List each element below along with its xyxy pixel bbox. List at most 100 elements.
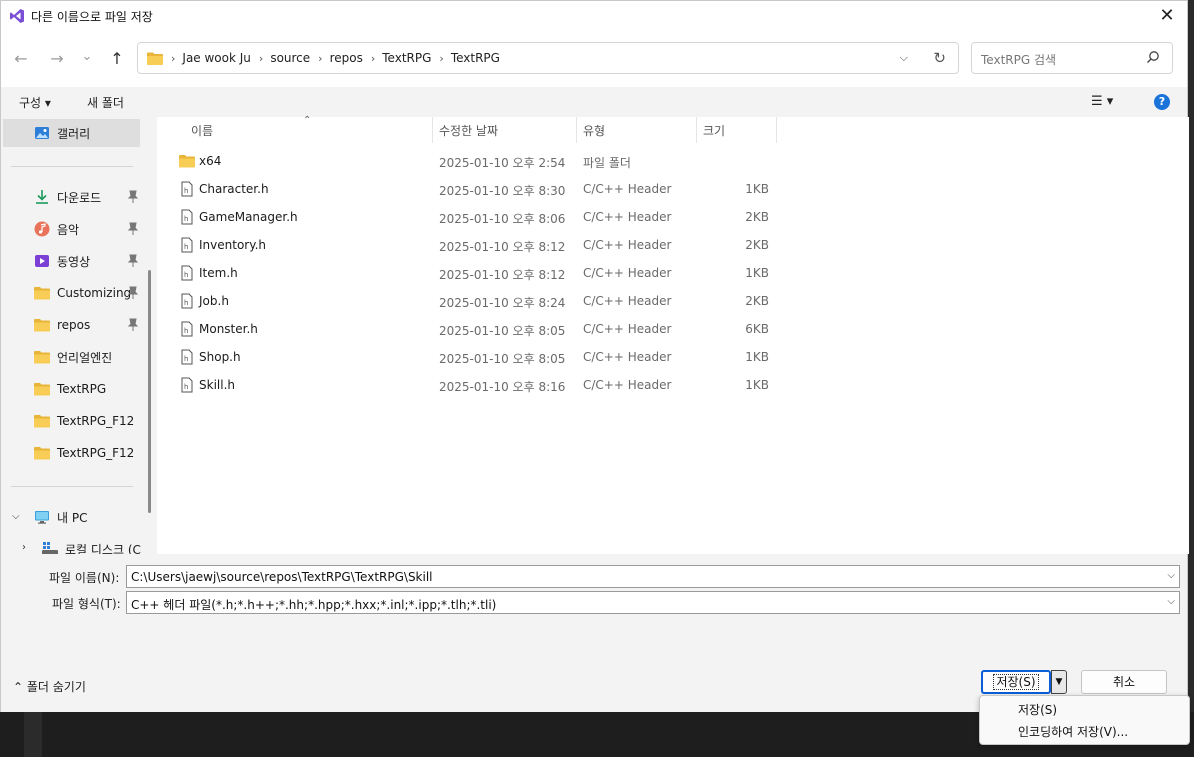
sidebar-item-label: TextRPG_F12 — [57, 414, 135, 428]
column-header-type[interactable]: 유형 — [583, 122, 605, 144]
sidebar-item-customizing[interactable]: Customizing — [1, 279, 141, 307]
hide-folders-button[interactable]: ⌃ 폴더 숨기기 — [13, 678, 86, 695]
title-bar: 다른 이름으로 파일 저장 ✕ — [1, 1, 1187, 31]
chevron-down-icon[interactable]: ⌵ — [1167, 596, 1175, 607]
cancel-button[interactable]: 취소 — [1081, 670, 1167, 694]
sidebar-item-videos[interactable]: 동영상 — [1, 247, 141, 275]
save-button[interactable]: 저장(S) — [981, 670, 1051, 694]
help-icon[interactable]: ? — [1154, 94, 1170, 110]
file-size: 2KB — [745, 294, 769, 308]
folder-icon — [34, 415, 50, 428]
recent-locations-icon[interactable]: ⌄ — [77, 47, 97, 67]
search-icon[interactable] — [1146, 50, 1160, 64]
sidebar-item-textrpg[interactable]: TextRPG — [1, 375, 141, 403]
pin-icon[interactable] — [127, 254, 139, 268]
pin-icon[interactable] — [127, 318, 139, 332]
column-header-size[interactable]: 크기 — [703, 122, 725, 144]
chevron-down-icon[interactable]: ⌵ — [1167, 570, 1175, 581]
address-bar[interactable]: › Jae wook Ju › source › repos › TextRPG… — [137, 42, 959, 74]
back-arrow-icon[interactable]: ← — [11, 49, 31, 69]
header-file-icon: h — [181, 293, 193, 309]
up-arrow-icon[interactable]: ↑ — [107, 49, 127, 69]
file-size: 1KB — [745, 378, 769, 392]
breadcrumb-separator-icon[interactable]: › — [371, 52, 375, 65]
folder-icon — [34, 447, 50, 460]
column-separator[interactable] — [576, 117, 577, 143]
file-size: 2KB — [745, 210, 769, 224]
sidebar-item-local-disk[interactable]: 로컬 디스크 (C — [1, 535, 157, 554]
header-file-icon: h — [181, 377, 193, 393]
sidebar-item-label: repos — [57, 318, 91, 332]
sidebar-item-label: 음악 — [57, 222, 80, 237]
breadcrumb-item[interactable]: TextRPG — [451, 51, 500, 65]
save-options-menu: 저장(S) 인코딩하여 저장(V)... — [979, 695, 1190, 745]
sidebar-item-label: 언리얼엔진 — [57, 350, 113, 365]
sidebar-divider — [11, 486, 133, 487]
breadcrumb-separator-icon[interactable]: › — [439, 52, 443, 65]
breadcrumb-item[interactable]: repos — [330, 51, 363, 65]
file-date: 2025-01-10 오후 8:30 — [439, 184, 566, 198]
menu-item-save-with-encoding[interactable]: 인코딩하여 저장(V)... — [1018, 723, 1128, 740]
filename-field[interactable]: C:\Users\jaewj\source\repos\TextRPG\Text… — [126, 565, 1180, 588]
breadcrumb-separator-icon[interactable]: › — [318, 52, 322, 65]
file-size: 6KB — [745, 322, 769, 336]
file-name: Shop.h — [199, 350, 241, 364]
breadcrumb-separator-icon[interactable]: › — [171, 52, 175, 65]
breadcrumb-item[interactable]: source — [270, 51, 310, 65]
breadcrumb-item[interactable]: Jae wook Ju — [182, 51, 251, 65]
download-icon — [36, 190, 48, 204]
organize-button[interactable]: 구성 ▾ — [19, 94, 51, 111]
menu-item-save[interactable]: 저장(S) — [1018, 701, 1057, 718]
file-row[interactable]: h Skill.h 2025-01-10 오후 8:16 C/C++ Heade… — [177, 371, 777, 399]
sidebar-scrollbar[interactable] — [148, 270, 151, 513]
refresh-icon[interactable]: ↻ — [933, 49, 946, 67]
save-options-dropdown-icon[interactable]: ▼ — [1051, 670, 1067, 694]
column-separator[interactable] — [432, 117, 433, 143]
sidebar-divider — [11, 166, 133, 167]
sidebar-item-unreal-engine[interactable]: 언리얼엔진 — [1, 343, 141, 371]
new-folder-button[interactable]: 새 폴더 — [87, 94, 124, 111]
file-row[interactable]: h Item.h 2025-01-10 오후 8:12 C/C++ Header… — [177, 259, 777, 287]
file-name: GameManager.h — [199, 210, 298, 224]
save-form: 파일 이름(N): C:\Users\jaewj\source\repos\Te… — [1, 554, 1187, 654]
sidebar-item-gallery[interactable]: 갤러리 — [3, 119, 140, 147]
sidebar-item-downloads[interactable]: 다운로드 — [1, 183, 141, 211]
sidebar-item-textrpg-f12[interactable]: TextRPG_F12 — [1, 407, 141, 435]
navigation-bar: ← → ⌄ ↑ › Jae wook Ju › source › repos ›… — [1, 31, 1187, 87]
computer-icon — [35, 511, 49, 524]
file-row[interactable]: h Shop.h 2025-01-10 오후 8:05 C/C++ Header… — [177, 343, 777, 371]
sidebar-item-label: 다운로드 — [57, 190, 102, 205]
breadcrumb-separator-icon[interactable]: › — [259, 52, 263, 65]
pin-icon[interactable] — [127, 286, 139, 300]
sidebar-item-label: 내 PC — [57, 510, 88, 525]
file-size: 1KB — [745, 182, 769, 196]
sidebar-item-music[interactable]: 음악 — [1, 215, 141, 243]
sidebar-item-repos[interactable]: repos — [1, 311, 141, 339]
pin-icon[interactable] — [127, 222, 139, 236]
close-icon[interactable]: ✕ — [1157, 6, 1177, 26]
column-header-name[interactable]: 이름 — [191, 122, 213, 144]
file-row[interactable]: h Job.h 2025-01-10 오후 8:24 C/C++ Header … — [177, 287, 777, 315]
column-separator[interactable] — [776, 117, 777, 143]
file-row[interactable]: h Character.h 2025-01-10 오후 8:30 C/C++ H… — [177, 175, 777, 203]
filename-label: 파일 이름(N): — [49, 571, 120, 585]
file-row[interactable]: h GameManager.h 2025-01-10 오후 8:06 C/C++… — [177, 203, 777, 231]
sidebar-item-this-pc[interactable]: 내 PC — [1, 503, 141, 531]
drive-icon — [42, 542, 58, 554]
search-box[interactable]: TextRPG 검색 — [971, 42, 1173, 74]
filename-value: C:\Users\jaewj\source\repos\TextRPG\Text… — [131, 570, 433, 584]
sidebar-item-textrpg-f12[interactable]: TextRPG_F12 — [1, 439, 141, 467]
file-row[interactable]: x64 2025-01-10 오후 2:54 파일 폴더 — [177, 147, 777, 175]
file-row[interactable]: h Monster.h 2025-01-10 오후 8:05 C/C++ Hea… — [177, 315, 777, 343]
forward-arrow-icon[interactable]: → — [47, 49, 67, 69]
breadcrumb-item[interactable]: TextRPG — [382, 51, 431, 65]
column-separator[interactable] — [696, 117, 697, 143]
save-file-dialog: 다른 이름으로 파일 저장 ✕ ← → ⌄ ↑ › Jae wook Ju › … — [0, 0, 1189, 712]
pin-icon[interactable] — [127, 190, 139, 204]
file-row[interactable]: h Inventory.h 2025-01-10 오후 8:12 C/C++ H… — [177, 231, 777, 259]
column-header-modified[interactable]: 수정한 날짜 — [439, 122, 498, 144]
view-options-button[interactable]: ☰ ▾ — [1091, 94, 1113, 109]
svg-text:h: h — [184, 355, 188, 363]
filetype-select[interactable]: C++ 헤더 파일(*.h;*.h++;*.hh;*.hpp;*.hxx;*.i… — [126, 591, 1180, 614]
address-dropdown-icon[interactable]: ⌵ — [900, 51, 908, 65]
